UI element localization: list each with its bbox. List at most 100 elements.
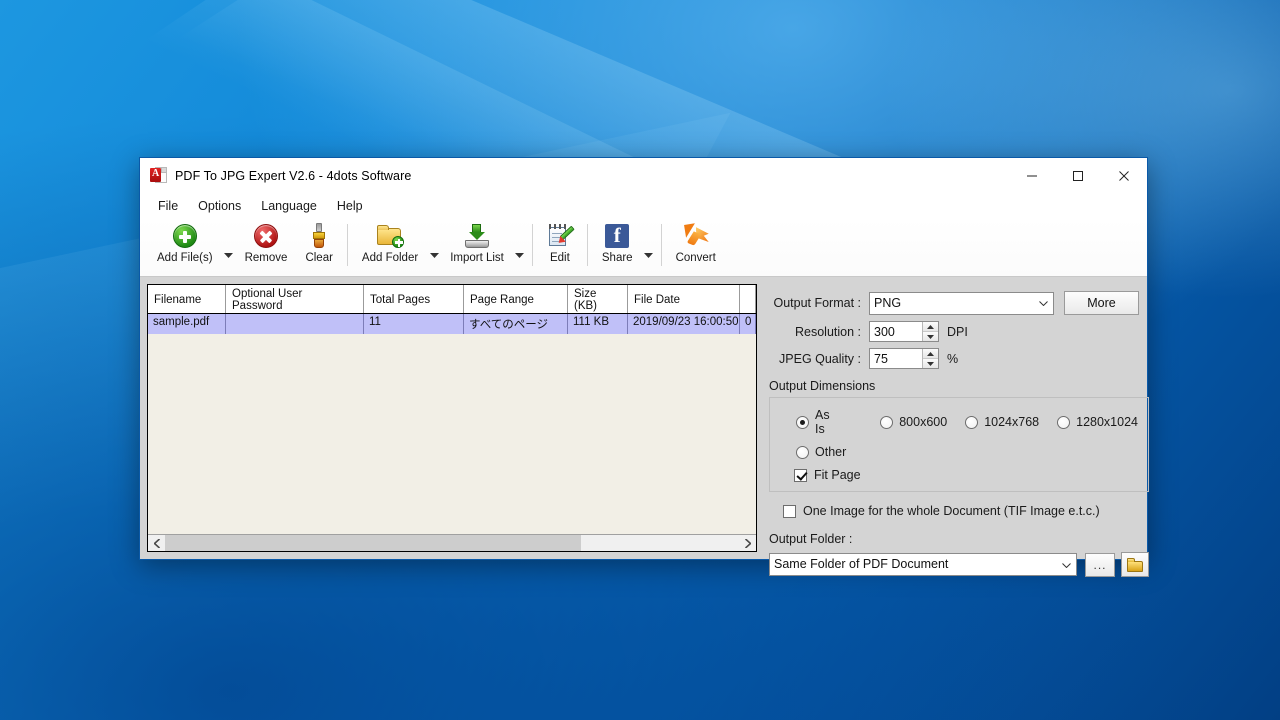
import-list-label: Import List [450, 252, 504, 264]
add-files-button[interactable]: Add File(s) [148, 219, 222, 273]
share-button[interactable]: Share [593, 219, 642, 273]
jpeg-quality-input[interactable] [870, 349, 922, 368]
scroll-left-button[interactable] [148, 535, 165, 551]
chevron-down-icon [644, 253, 654, 258]
chevron-right-icon [744, 538, 751, 548]
column-header-password[interactable]: Optional User Password [226, 285, 364, 313]
resolution-spinner-buttons[interactable] [922, 322, 938, 341]
menu-item-language[interactable]: Language [251, 196, 327, 216]
minimize-button[interactable] [1009, 158, 1055, 193]
output-format-row: Output Format : PNG More [769, 291, 1149, 315]
add-files-dropdown-arrow[interactable] [222, 253, 236, 260]
cell-password [226, 314, 364, 334]
jpeg-quality-stepper[interactable] [869, 348, 939, 369]
application-window: PDF To JPG Expert V2.6 - 4dots Software … [139, 157, 1149, 577]
toolbar-separator [346, 224, 348, 266]
options-panel: Output Format : PNG More Resolution : DP… [757, 277, 1161, 577]
clear-label: Clear [305, 252, 333, 264]
share-dropdown-arrow[interactable] [642, 253, 656, 260]
column-header-extra[interactable] [740, 285, 756, 313]
toolbar-separator [531, 224, 533, 266]
resolution-decrement-button[interactable] [923, 332, 938, 341]
radio-1024x768[interactable]: 1024x768 [965, 415, 1039, 429]
radio-800x600-label: 800x600 [899, 415, 948, 429]
radio-as-is[interactable]: As Is [796, 408, 840, 436]
radio-dot-icon [796, 445, 809, 459]
convert-label: Convert [675, 252, 716, 264]
maximize-button[interactable] [1055, 158, 1101, 193]
browse-folder-button[interactable]: ... [1085, 552, 1115, 577]
add-folder-dropdown-arrow[interactable] [427, 253, 441, 260]
scrollbar-thumb[interactable] [165, 535, 582, 551]
menu-item-help[interactable]: Help [327, 196, 373, 216]
import-list-button[interactable]: Import List [441, 219, 513, 273]
add-folder-button[interactable]: Add Folder [353, 219, 427, 273]
title-bar: PDF To JPG Expert V2.6 - 4dots Software [140, 158, 1147, 193]
output-format-select[interactable]: PNG [869, 291, 1054, 315]
caret-up-icon [927, 324, 934, 329]
facebook-share-icon [605, 223, 630, 248]
radio-1280x1024-label: 1280x1024 [1076, 415, 1138, 429]
share-label: Share [601, 252, 633, 264]
radio-other[interactable]: Other [796, 445, 846, 459]
one-image-row: One Image for the whole Document (TIF Im… [783, 504, 1149, 518]
chevron-down-icon [515, 253, 525, 258]
column-header-filename[interactable]: Filename [148, 285, 226, 313]
fit-page-label: Fit Page [814, 468, 861, 482]
jpeg-quality-spinner-buttons[interactable] [922, 349, 938, 368]
dimension-radio-row-1: As Is 800x600 1024x768 1280x1024 [796, 408, 1138, 436]
radio-other-label: Other [815, 445, 847, 459]
output-dimensions-title: Output Dimensions [769, 379, 876, 393]
table-row[interactable]: sample.pdf 11 すべてのページ 111 KB 2019/09/23 … [148, 314, 756, 334]
output-format-select-wrap: PNG [869, 291, 1054, 315]
jpeg-quality-label: JPEG Quality : [779, 351, 861, 366]
open-folder-button[interactable] [1121, 552, 1149, 577]
column-header-size[interactable]: Size (KB) [568, 285, 628, 313]
edit-notepad-icon [548, 224, 575, 248]
cell-page-range: すべてのページ [464, 314, 568, 334]
column-header-total-pages[interactable]: Total Pages [364, 285, 464, 313]
resolution-stepper[interactable] [869, 321, 939, 342]
radio-800x600[interactable]: 800x600 [880, 415, 947, 429]
output-dimensions-group: As Is 800x600 1024x768 1280x1024 Other F… [769, 397, 1149, 492]
radio-dot-icon [880, 415, 894, 429]
cell-file-date: 2019/09/23 16:00:50 [628, 314, 740, 334]
jpeg-quality-decrement-button[interactable] [923, 359, 938, 368]
output-folder-select[interactable]: Same Folder of PDF Document [769, 553, 1077, 576]
output-folder-label-row: Output Folder : [769, 532, 1149, 546]
checkbox-fit-page[interactable]: Fit Page [794, 468, 861, 482]
horizontal-scrollbar[interactable] [148, 534, 756, 551]
chevron-down-icon [224, 253, 234, 258]
resolution-input[interactable] [870, 322, 922, 341]
column-header-file-date[interactable]: File Date [628, 285, 740, 313]
radio-as-is-label: As Is [815, 408, 830, 436]
edit-button[interactable]: Edit [538, 219, 582, 273]
toolbar-separator [660, 224, 662, 266]
remove-button[interactable]: Remove [236, 219, 297, 273]
radio-1280x1024[interactable]: 1280x1024 [1057, 415, 1138, 429]
pdf-document-icon [150, 167, 167, 184]
import-list-dropdown-arrow[interactable] [513, 253, 527, 260]
radio-1024x768-label: 1024x768 [984, 415, 1040, 429]
maximize-icon [1073, 170, 1083, 181]
menu-item-options[interactable]: Options [188, 196, 251, 216]
column-header-page-range[interactable]: Page Range [464, 285, 568, 313]
checkbox-one-image[interactable]: One Image for the whole Document (TIF Im… [783, 504, 1131, 518]
scroll-right-button[interactable] [739, 535, 756, 551]
convert-button[interactable]: Convert [667, 219, 725, 273]
output-folder-select-wrap: Same Folder of PDF Document [769, 553, 1077, 576]
fit-page-row: Fit Page [794, 468, 1138, 482]
file-list-panel: Filename Optional User Password Total Pa… [147, 284, 757, 552]
resolution-increment-button[interactable] [923, 322, 938, 332]
more-button[interactable]: More [1064, 291, 1139, 315]
checkbox-check-icon [794, 468, 807, 482]
clear-button[interactable]: Clear [296, 219, 341, 273]
jpeg-quality-increment-button[interactable] [923, 349, 938, 359]
scrollbar-track[interactable] [165, 535, 739, 551]
close-button[interactable] [1101, 158, 1147, 193]
file-list-header: Filename Optional User Password Total Pa… [148, 285, 756, 314]
toolbar: Add File(s) Remove Clear Add Folder Impo… [140, 219, 1147, 277]
browse-folder-label: ... [1093, 557, 1107, 572]
menu-item-file[interactable]: File [148, 196, 188, 216]
add-files-label: Add File(s) [157, 252, 213, 264]
